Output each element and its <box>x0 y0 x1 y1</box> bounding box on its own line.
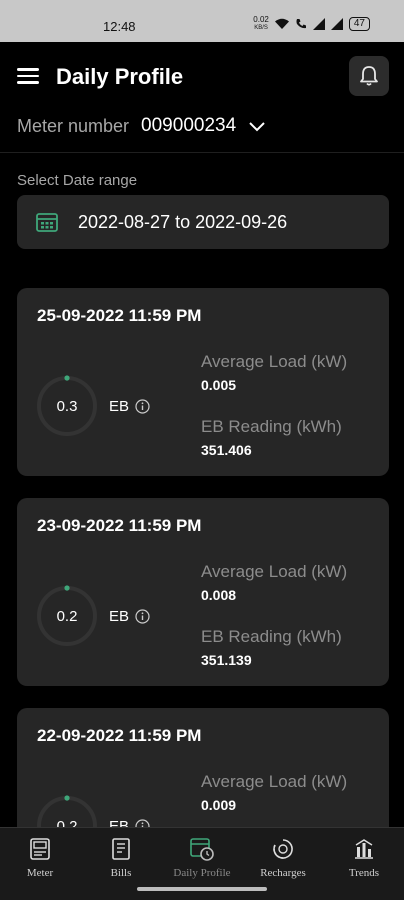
date-range-field[interactable]: 2022-08-27 to 2022-09-26 <box>17 195 389 249</box>
card-datetime: 25-09-2022 11:59 PM <box>37 306 202 325</box>
wifi-icon <box>274 18 289 29</box>
trends-icon <box>355 839 373 859</box>
meter-number-label: Meter number <box>17 115 130 136</box>
date-range-value: 2022-08-27 to 2022-09-26 <box>78 211 288 232</box>
battery-indicator: 47 <box>348 17 370 31</box>
card-datetime: 22-09-2022 11:59 PM <box>37 726 202 745</box>
daily-profile-card: 23-09-2022 11:59 PM 0.2 EB Average Load … <box>17 498 389 686</box>
app-bar: Daily Profile <box>0 42 404 112</box>
load-gauge: 0.3 <box>36 375 98 437</box>
avg-load-value: 0.009 <box>201 797 237 813</box>
status-bar: 12:48 0.02 KB/S 47 <box>0 0 404 42</box>
status-time: 12:48 <box>103 19 136 34</box>
nav-item-daily-profile[interactable]: Daily Profile <box>162 828 242 884</box>
avg-load-value: 0.008 <box>201 587 237 603</box>
gauge-value: 0.3 <box>56 397 78 415</box>
divider <box>0 152 404 153</box>
calendar-clock-icon <box>190 838 214 861</box>
avg-load-label: Average Load (kW) <box>201 352 348 371</box>
avg-load-value: 0.005 <box>201 377 237 393</box>
call-icon <box>296 19 306 29</box>
nav-label: Trends <box>348 867 380 879</box>
eb-reading-label: EB Reading (kWh) <box>201 627 342 646</box>
nav-label: Recharges <box>260 867 306 879</box>
recharge-icon <box>273 839 293 859</box>
info-icon[interactable] <box>135 399 150 414</box>
page-title: Daily Profile <box>56 64 184 89</box>
meter-selector[interactable]: Meter number 009000234 <box>17 114 387 138</box>
source-text: EB <box>109 398 130 415</box>
source-text: EB <box>109 608 130 625</box>
source-label: EB <box>109 398 150 415</box>
date-range-label: Select Date range <box>17 172 138 189</box>
nav-item-bills[interactable]: Bills <box>81 828 161 884</box>
avg-load-label: Average Load (kW) <box>201 562 348 581</box>
nav-label: Meter <box>26 867 54 879</box>
gauge-value: 0.2 <box>56 607 78 625</box>
nav-item-trends[interactable]: Trends <box>324 828 404 884</box>
eb-reading-value: 351.139 <box>201 652 252 668</box>
net-speed: 0.02 KB/S <box>253 15 269 32</box>
bell-icon <box>360 66 378 86</box>
status-icons: 0.02 KB/S 47 <box>253 16 370 32</box>
calendar-icon <box>36 213 58 232</box>
chevron-down-icon[interactable] <box>248 121 266 133</box>
notifications-button[interactable] <box>349 56 389 96</box>
nav-item-meter[interactable]: Meter <box>0 828 80 884</box>
meter-number-value: 009000234 <box>141 115 237 136</box>
nav-label: Bills <box>110 867 132 879</box>
bills-icon <box>112 838 130 860</box>
home-indicator[interactable] <box>137 887 267 891</box>
load-gauge: 0.2 <box>36 585 98 647</box>
menu-icon[interactable] <box>17 68 39 84</box>
meter-icon <box>30 838 50 860</box>
daily-profile-card: 25-09-2022 11:59 PM 0.3 EB Average Load … <box>17 288 389 476</box>
card-datetime: 23-09-2022 11:59 PM <box>37 516 202 535</box>
source-label: EB <box>109 608 150 625</box>
signal-icon-2 <box>330 18 343 30</box>
info-icon[interactable] <box>135 609 150 624</box>
avg-load-label: Average Load (kW) <box>201 772 348 791</box>
nav-item-recharges[interactable]: Recharges <box>243 828 323 884</box>
signal-icon <box>312 18 325 30</box>
eb-reading-value: 351.406 <box>201 442 252 458</box>
eb-reading-label: EB Reading (kWh) <box>201 417 342 436</box>
nav-label: Daily Profile <box>173 867 231 879</box>
